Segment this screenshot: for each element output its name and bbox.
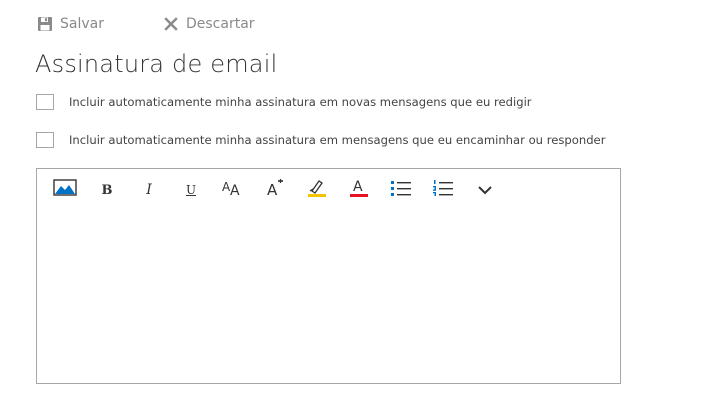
bold-icon: B <box>101 182 113 198</box>
font-size-button[interactable]: A A <box>218 177 248 203</box>
command-bar: Salvar Descartar <box>36 12 255 36</box>
numbered-list-icon <box>431 179 455 201</box>
numbered-list-button[interactable] <box>428 177 458 203</box>
chevron-down-icon <box>477 181 493 200</box>
save-button[interactable]: Salvar <box>36 15 104 33</box>
auto-include-new-messages-option[interactable]: Incluir automaticamente minha assinatura… <box>36 94 532 110</box>
italic-button[interactable]: I <box>134 177 164 203</box>
discard-button[interactable]: Descartar <box>162 15 255 33</box>
font-size-icon: A A <box>221 179 245 201</box>
auto-include-new-messages-checkbox[interactable] <box>36 94 54 110</box>
auto-include-new-messages-label: Incluir automaticamente minha assinatura… <box>69 95 532 109</box>
auto-include-replies-checkbox[interactable] <box>36 132 54 148</box>
discard-label: Descartar <box>185 16 255 32</box>
auto-include-replies-label: Incluir automaticamente minha assinatura… <box>69 133 606 147</box>
svg-text:A: A <box>267 181 278 197</box>
font-color-button[interactable]: A <box>344 177 374 203</box>
italic-icon: I <box>146 182 152 198</box>
underline-icon: U <box>185 183 197 197</box>
svg-text:A: A <box>230 183 240 197</box>
signature-settings-page: Salvar Descartar Assinatura de email Inc… <box>0 0 720 400</box>
highlight-icon <box>306 178 328 202</box>
more-options-button[interactable] <box>470 177 500 203</box>
save-label: Salvar <box>60 16 104 32</box>
formatting-toolbar: B I U A A A A <box>50 177 500 203</box>
bulleted-list-button[interactable] <box>386 177 416 203</box>
grow-font-button[interactable]: A <box>260 177 290 203</box>
signature-text-area[interactable] <box>37 207 620 383</box>
auto-include-replies-option[interactable]: Incluir automaticamente minha assinatura… <box>36 132 605 148</box>
underline-button[interactable]: U <box>176 177 206 203</box>
bulleted-list-icon <box>389 179 413 201</box>
insert-image-button[interactable] <box>50 177 80 203</box>
highlight-button[interactable] <box>302 177 332 203</box>
bold-button[interactable]: B <box>92 177 122 203</box>
floppy-disk-icon <box>36 15 54 33</box>
page-title: Assinatura de email <box>35 50 278 78</box>
font-color-icon: A <box>348 178 370 202</box>
close-icon <box>162 15 180 33</box>
signature-editor: B I U A A A A <box>36 168 621 384</box>
grow-font-icon: A <box>265 179 285 201</box>
insert-image-icon <box>53 179 77 201</box>
svg-text:A: A <box>353 179 363 195</box>
